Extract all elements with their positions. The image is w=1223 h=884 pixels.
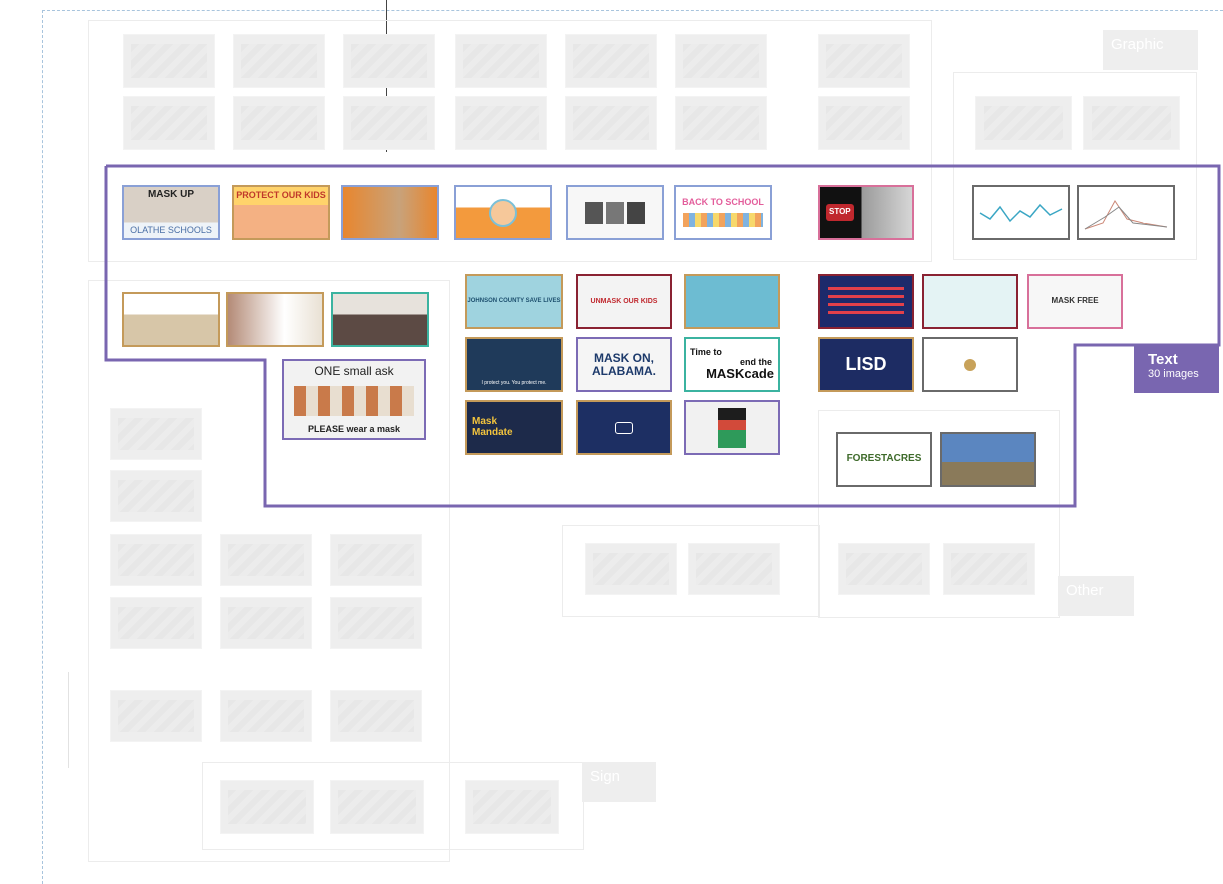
mask-free-title: MASK FREE — [1051, 296, 1099, 306]
thumbnail-mask-mandate[interactable]: Mask Mandate — [465, 400, 563, 455]
thumbnail-field-sign[interactable] — [940, 432, 1036, 487]
thumbnail-poster-green[interactable] — [684, 400, 780, 455]
thumbnail-johnson-county[interactable]: JOHNSON COUNTY SAVE LIVES — [465, 274, 563, 329]
alabama-line2: ALABAMA. — [592, 363, 656, 378]
back-to-school-title: BACK TO SCHOOL — [682, 197, 764, 208]
thumbnail-lisd[interactable]: LISD — [818, 337, 914, 392]
thumbnail-dark-blue-notice[interactable] — [576, 400, 672, 455]
maskcade-line3: MASKcade — [706, 366, 774, 382]
thumbnail-stop-eye[interactable]: STOP — [818, 185, 914, 240]
thumbnail-i-protect-you[interactable]: I protect you. You protect me. — [465, 337, 563, 392]
thumbnail-maskcade[interactable]: Time to end the MASKcade — [684, 337, 780, 392]
thumbnail-executive-order[interactable] — [922, 337, 1018, 392]
thumbnail-orange-collage[interactable] — [341, 185, 439, 240]
thumbnail-forestacres[interactable]: FORESTACRES — [836, 432, 932, 487]
thumbnail-group-photo[interactable] — [331, 292, 429, 347]
lisd-title: LISD — [845, 354, 887, 375]
mandate-text: Mask Mandate — [472, 416, 513, 438]
thumbnail-orange-mask-kid[interactable] — [454, 185, 552, 240]
thumbnail-olathe-mask-up[interactable]: MASK UP OLATHE SCHOOLS — [122, 185, 220, 240]
protect-title: PROTECT OUR KIDS — [236, 190, 326, 200]
red-text-lines — [828, 286, 904, 317]
seal-icon — [964, 358, 976, 371]
alabama-line1: MASK ON, — [594, 350, 654, 365]
mandate-line1: Mask — [472, 416, 498, 427]
masked-faces — [294, 386, 414, 417]
olathe-subtitle: OLATHE SCHOOLS — [130, 224, 212, 235]
photo-strip — [585, 201, 645, 224]
text-group-count: 30 images — [1148, 368, 1199, 380]
text-group-label: Text 30 images — [1134, 345, 1219, 393]
thumbnail-line-chart-1[interactable] — [972, 185, 1070, 240]
one-small-ask-sub: PLEASE wear a mask — [307, 423, 401, 434]
thumbnail-mask-woman[interactable] — [226, 292, 324, 347]
protect-you-text: I protect you. You protect me. — [481, 379, 547, 386]
thumbnail-protect-our-kids[interactable]: PROTECT OUR KIDS — [232, 185, 330, 240]
line-chart-icon — [979, 203, 1063, 222]
stop-sign: STOP — [826, 204, 854, 221]
text-group-title: Text — [1148, 351, 1178, 368]
mask-outline-icon — [615, 421, 633, 434]
maskcade-line1: Time to — [690, 347, 722, 358]
thumbnail-back-to-school[interactable]: BACK TO SCHOOL — [674, 185, 772, 240]
thumbnail-protect-kids-photos[interactable] — [566, 185, 664, 240]
thumbnail-mask-free[interactable]: MASK FREE — [1027, 274, 1123, 329]
thumbnail-mask-on-alabama[interactable]: MASK ON, ALABAMA. — [576, 337, 672, 392]
olathe-title: MASK UP — [147, 189, 195, 200]
kid-face-icon — [489, 198, 517, 227]
johnson-county-title: JOHNSON COUNTY SAVE LIVES — [467, 298, 561, 305]
line-chart-icon — [1084, 199, 1168, 229]
kids-row — [683, 212, 763, 227]
unmask-title: UNMASK OUR KIDS — [590, 297, 658, 305]
thumbnail-face-masks-orange-county[interactable] — [122, 292, 220, 347]
thumbnail-line-chart-2[interactable] — [1077, 185, 1175, 240]
thumbnail-blue-red-notice[interactable] — [818, 274, 914, 329]
thumbnail-masks-save-lives[interactable] — [684, 274, 780, 329]
one-small-ask-title: ONE small ask — [314, 364, 394, 378]
forestacres-title: FORESTACRES — [846, 453, 922, 465]
poster-block — [718, 407, 746, 448]
thumbnail-unmask-our-children[interactable] — [922, 274, 1018, 329]
mandate-line2: Mandate — [472, 426, 513, 438]
thumbnail-unmask-our-kids[interactable]: UNMASK OUR KIDS — [576, 274, 672, 329]
thumbnail-one-small-ask[interactable]: ONE small ask PLEASE wear a mask — [282, 359, 426, 440]
